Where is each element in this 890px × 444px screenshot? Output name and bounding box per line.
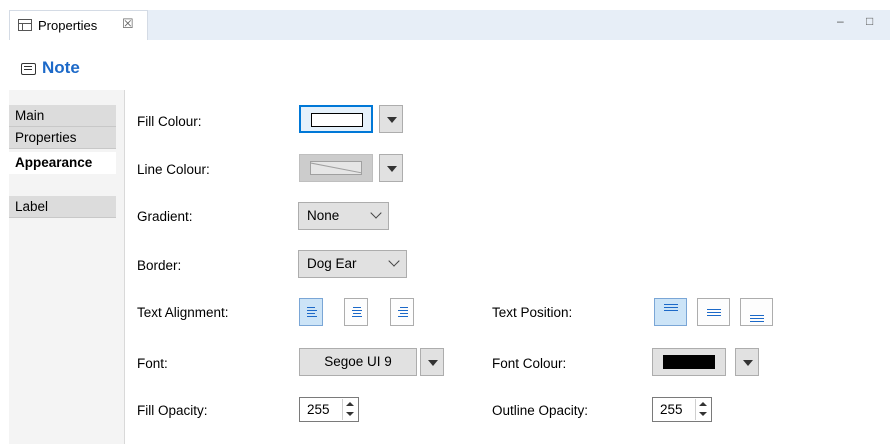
font-label: Font: — [137, 356, 168, 371]
font-colour-dropdown[interactable] — [735, 348, 759, 376]
position-top-button[interactable] — [654, 298, 687, 326]
note-icon — [21, 63, 36, 75]
line-colour-dropdown[interactable] — [379, 154, 403, 182]
position-middle-button[interactable] — [697, 298, 730, 326]
maximize-icon[interactable]: □ — [866, 14, 873, 28]
position-bottom-icon — [750, 315, 764, 316]
tab-properties-label: Properties — [38, 18, 98, 33]
position-middle-icon — [707, 309, 721, 310]
properties-view-icon — [18, 19, 32, 31]
outline-opacity-label: Outline Opacity: — [492, 403, 589, 418]
outline-opacity-value: 255 — [660, 402, 683, 417]
minimize-icon[interactable]: – — [837, 14, 844, 28]
outline-opacity-spinner[interactable]: 255 — [652, 397, 712, 422]
font-colour-label: Font Colour: — [492, 356, 567, 371]
chevron-down-icon — [388, 255, 400, 267]
fill-opacity-value: 255 — [307, 402, 330, 417]
border-label: Border: — [137, 258, 182, 273]
align-center-icon — [353, 307, 361, 308]
close-icon[interactable]: ☒ — [122, 16, 134, 32]
align-right-icon — [400, 307, 408, 308]
chevron-down-icon — [370, 207, 382, 219]
gradient-select[interactable]: None — [298, 202, 389, 230]
font-colour-swatch — [663, 355, 715, 369]
border-value: Dog Ear — [307, 256, 357, 271]
spin-down-icon[interactable] — [346, 412, 354, 416]
panel-title: Note — [42, 58, 80, 77]
line-colour-label: Line Colour: — [137, 162, 210, 177]
align-left-icon — [307, 307, 315, 308]
line-colour-swatch — [310, 161, 362, 175]
position-bottom-button[interactable] — [740, 298, 773, 326]
outline-opacity-stepper[interactable] — [695, 399, 710, 420]
tab-bar-background — [148, 10, 890, 41]
font-dropdown[interactable] — [420, 348, 444, 376]
spin-down-icon[interactable] — [699, 412, 707, 416]
line-colour-button — [299, 154, 373, 182]
text-alignment-label: Text Alignment: — [137, 305, 229, 320]
fill-opacity-label: Fill Opacity: — [137, 403, 208, 418]
side-tab-main[interactable]: Main — [9, 105, 116, 127]
fill-opacity-stepper[interactable] — [342, 399, 357, 420]
border-select[interactable]: Dog Ear — [298, 250, 407, 278]
fill-opacity-spinner[interactable]: 255 — [299, 397, 359, 422]
font-button[interactable]: Segoe UI 9 — [299, 348, 417, 376]
side-tab-properties[interactable]: Properties — [9, 127, 116, 149]
align-left-button[interactable] — [299, 298, 323, 326]
position-top-icon — [664, 304, 678, 305]
fill-colour-swatch — [311, 113, 363, 127]
tab-properties[interactable]: Properties ☒ — [9, 10, 148, 40]
view-tab-bar: Properties ☒ – □ — [0, 0, 890, 41]
spin-up-icon[interactable] — [346, 402, 354, 406]
gradient-value: None — [307, 208, 340, 223]
side-tab-label[interactable]: Label — [9, 196, 116, 218]
align-center-button[interactable] — [344, 298, 368, 326]
font-colour-button[interactable] — [652, 348, 726, 376]
gradient-label: Gradient: — [137, 209, 193, 224]
align-right-button[interactable] — [390, 298, 414, 326]
fill-colour-label: Fill Colour: — [137, 114, 202, 129]
fill-colour-dropdown[interactable] — [379, 105, 403, 133]
text-position-label: Text Position: — [492, 305, 573, 320]
fill-colour-button[interactable] — [299, 105, 373, 133]
spin-up-icon[interactable] — [699, 402, 707, 406]
side-tab-appearance[interactable]: Appearance — [9, 152, 116, 174]
panel-header — [0, 40, 890, 90]
